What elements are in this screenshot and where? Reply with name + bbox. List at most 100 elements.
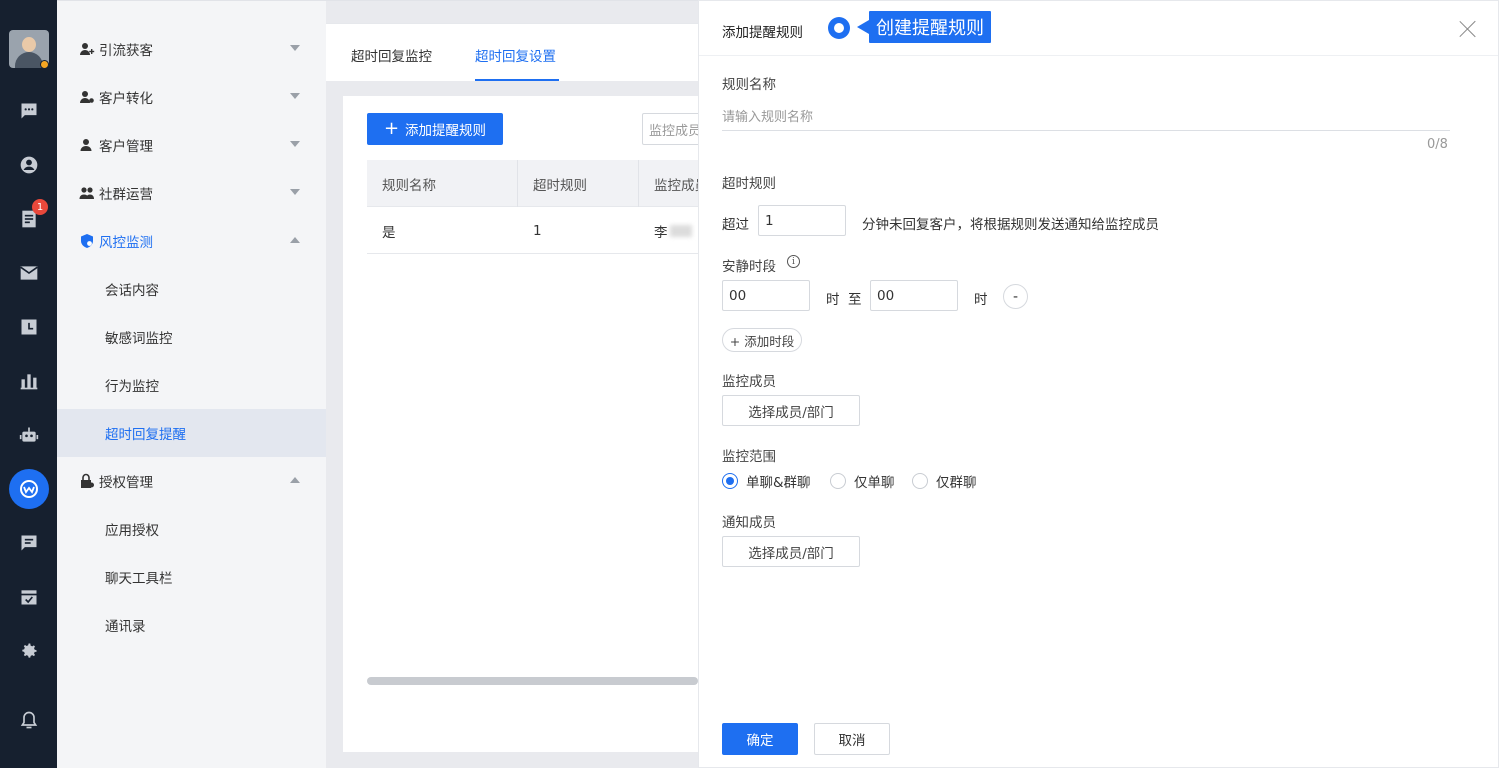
- main-content: 超时回复监控 超时回复设置 + 添加提醒规则 监控成员 规则名称 超时规则 监控…: [326, 0, 702, 768]
- user-convert-icon: [79, 89, 95, 105]
- quiet-start-input[interactable]: 00: [722, 280, 810, 311]
- online-status-dot: [40, 60, 49, 69]
- scope-radio-single[interactable]: 仅单聊: [830, 471, 895, 491]
- chevron-up-icon: [290, 477, 300, 483]
- sidebar-item-sensitive-words[interactable]: 敏感词监控: [57, 313, 326, 361]
- tab-timeout-monitor[interactable]: 超时回复监控: [351, 45, 432, 65]
- notification-badge: 1: [32, 199, 48, 215]
- quiet-period-label: 安静时段: [722, 259, 776, 275]
- menu-group-label: 风控监测: [99, 235, 153, 251]
- info-icon[interactable]: i: [787, 255, 800, 268]
- timeout-suffix: 分钟未回复客户，将根据规则发送通知给监控成员: [862, 217, 1159, 233]
- redacted-text: [669, 224, 692, 237]
- bar-chart-icon[interactable]: [18, 370, 40, 392]
- menu-group-risk-monitoring[interactable]: 风控监测: [57, 217, 326, 265]
- add-rule-drawer: 添加提醒规则 创建提醒规则 规则名称 请输入规则名称 0/8 超时规则 超过 1…: [698, 0, 1499, 768]
- sidebar-item-address-book[interactable]: 通讯录: [57, 601, 326, 649]
- chevron-up-icon: [290, 237, 300, 243]
- weibo-icon[interactable]: [9, 469, 49, 509]
- sidebar-item-chat-toolbar[interactable]: 聊天工具栏: [57, 553, 326, 601]
- add-rule-label: 添加提醒规则: [405, 123, 487, 139]
- scope-radio-all[interactable]: 单聊&群聊: [722, 471, 811, 491]
- chevron-down-icon: [290, 189, 300, 195]
- table-header: 规则名称 超时规则 监控成员: [367, 160, 698, 207]
- lock-icon: [79, 473, 95, 489]
- cancel-button[interactable]: 取消: [814, 723, 890, 755]
- shield-icon: [79, 233, 95, 249]
- rule-name-input[interactable]: 请输入规则名称: [722, 101, 1450, 131]
- radio-checked: [722, 473, 738, 489]
- scope-radio-label: 仅群聊: [936, 475, 977, 491]
- bell-icon[interactable]: [18, 709, 40, 731]
- scope-radio-group[interactable]: 仅群聊: [912, 471, 977, 491]
- sidebar-item-chat-content[interactable]: 会话内容: [57, 265, 326, 313]
- monitor-scope-label: 监控范围: [722, 449, 776, 465]
- quiet-end-input[interactable]: 00: [870, 280, 958, 311]
- notify-members-label: 通知成员: [722, 515, 776, 531]
- radio-unchecked: [912, 473, 928, 489]
- menu-group-acquisition[interactable]: 引流获客: [57, 25, 326, 73]
- close-icon[interactable]: [1459, 20, 1477, 38]
- gear-icon[interactable]: [18, 640, 40, 662]
- users-icon: [79, 185, 95, 201]
- column-timeout-rule: 超时规则: [518, 160, 639, 207]
- menu-group-label: 引流获客: [99, 43, 153, 59]
- plus-icon: +: [383, 118, 400, 139]
- timeout-minutes-input[interactable]: 1: [758, 205, 846, 236]
- tab-timeout-settings[interactable]: 超时回复设置: [475, 45, 556, 65]
- annotation-callout: 创建提醒规则: [857, 11, 991, 43]
- add-period-button[interactable]: + 添加时段: [722, 328, 802, 352]
- column-rule-name: 规则名称: [367, 160, 518, 207]
- menu-group-conversion[interactable]: 客户转化: [57, 73, 326, 121]
- drawer-header: 添加提醒规则 创建提醒规则: [699, 1, 1498, 56]
- timeout-prefix: 超过: [722, 217, 749, 233]
- menu-group-label: 客户管理: [99, 139, 153, 155]
- member-filter-input[interactable]: 监控成员: [642, 113, 702, 145]
- drawer-title: 添加提醒规则: [722, 25, 803, 41]
- tab-bar: 超时回复监控 超时回复设置: [326, 23, 698, 81]
- radio-unchecked: [830, 473, 846, 489]
- chevron-down-icon: [290, 141, 300, 147]
- member-name: 李: [654, 224, 668, 241]
- menu-group-authorization[interactable]: 授权管理: [57, 457, 326, 505]
- scope-radio-label: 单聊&群聊: [746, 475, 811, 491]
- select-notify-members-button[interactable]: 选择成员/部门: [722, 536, 860, 567]
- sidebar-item-behavior-monitor[interactable]: 行为监控: [57, 361, 326, 409]
- monitor-members-label: 监控成员: [722, 374, 776, 390]
- sidebar-item-app-authorization[interactable]: 应用授权: [57, 505, 326, 553]
- confirm-button[interactable]: 确定: [722, 723, 798, 755]
- chat-bubble-icon[interactable]: [18, 100, 40, 122]
- remove-period-button[interactable]: -: [1003, 284, 1028, 309]
- message-icon[interactable]: [18, 532, 40, 554]
- rule-name-label: 规则名称: [722, 77, 776, 93]
- timeout-rule-label: 超时规则: [722, 176, 776, 192]
- select-monitor-members-button[interactable]: 选择成员/部门: [722, 395, 860, 426]
- quiet-end-unit: 时: [974, 292, 988, 308]
- column-monitor-member: 监控成员: [654, 177, 698, 194]
- rule-name-counter: 0/8: [1427, 137, 1448, 152]
- quiet-start-unit: 时: [826, 292, 840, 308]
- horizontal-scrollbar[interactable]: [367, 677, 698, 685]
- user-plus-icon: [79, 41, 95, 57]
- robot-icon[interactable]: [18, 424, 40, 446]
- user-icon: [79, 137, 95, 153]
- quiet-to-label: 至: [848, 292, 862, 308]
- sidebar-menu: 引流获客 客户转化 客户管理 社群运营 风控监测 会话内容 敏感词监控 行为监控…: [57, 0, 326, 768]
- chevron-down-icon: [290, 45, 300, 51]
- contact-icon[interactable]: [18, 154, 40, 176]
- table-row[interactable]: 是 1 李: [367, 207, 698, 254]
- add-rule-button[interactable]: + 添加提醒规则: [367, 113, 503, 145]
- scope-radio-label: 仅单聊: [854, 475, 895, 491]
- chevron-down-icon: [290, 93, 300, 99]
- clock-icon[interactable]: [18, 316, 40, 338]
- menu-group-label: 授权管理: [99, 475, 153, 491]
- menu-group-customer-management[interactable]: 客户管理: [57, 121, 326, 169]
- annotation-marker-icon: [828, 17, 850, 39]
- calendar-icon[interactable]: [18, 586, 40, 608]
- cell-rule-name: 是: [382, 224, 396, 241]
- menu-group-community[interactable]: 社群运营: [57, 169, 326, 217]
- cell-monitor-member: 李: [639, 207, 698, 254]
- cell-timeout-rule: 1: [533, 222, 542, 239]
- mail-icon[interactable]: [18, 262, 40, 284]
- sidebar-item-timeout-reminder[interactable]: 超时回复提醒: [57, 409, 326, 457]
